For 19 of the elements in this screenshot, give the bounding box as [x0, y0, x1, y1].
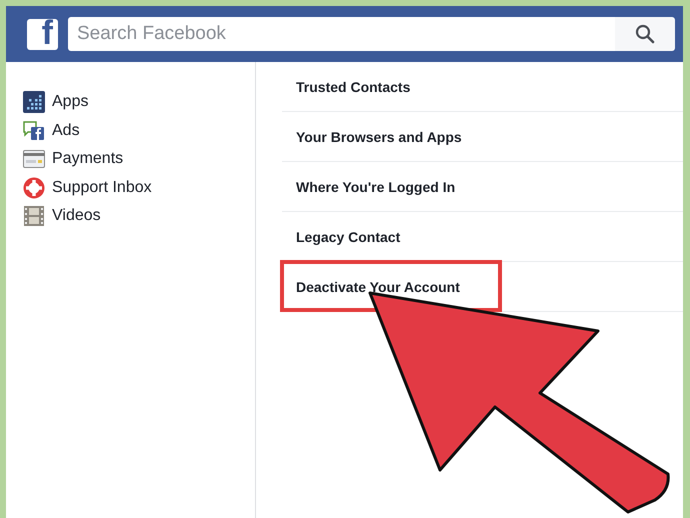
settings-item[interactable]: Your Browsers and Apps	[296, 128, 462, 144]
lifebuoy-icon	[23, 176, 45, 199]
sidebar-item[interactable]: Support Inbox	[52, 178, 152, 197]
film-strip-icon	[23, 205, 45, 228]
search-button[interactable]	[615, 17, 675, 51]
logo[interactable]: f	[27, 18, 58, 50]
speech-bubble-icon	[23, 120, 45, 142]
sidebar-item[interactable]: Videos	[52, 207, 101, 226]
sidebar-item[interactable]: Apps	[52, 93, 88, 112]
sidebar-item[interactable]: Ads	[52, 122, 80, 140]
dotted-grid-icon	[23, 91, 45, 114]
settings-item[interactable]: Deactivate Your Account	[296, 278, 460, 294]
settings-item[interactable]: Where You're Logged In	[296, 178, 456, 194]
settings-item[interactable]: Trusted Contacts	[296, 78, 410, 94]
search-icon	[635, 24, 655, 44]
settings-item[interactable]: Legacy Contact	[296, 228, 400, 244]
sidebar-item[interactable]: Payments	[52, 150, 124, 168]
credit-card-icon	[23, 150, 45, 168]
search-field[interactable]: Search Facebook	[68, 17, 615, 51]
